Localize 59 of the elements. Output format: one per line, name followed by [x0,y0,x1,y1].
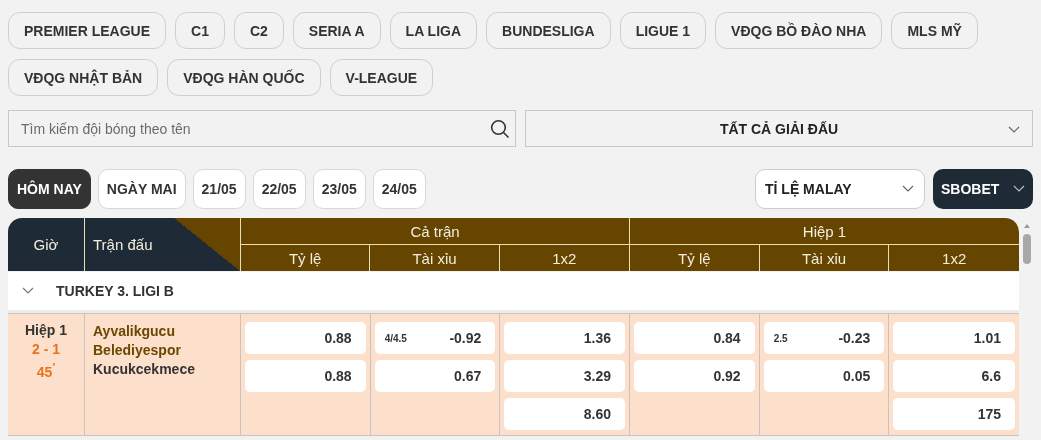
odds-button[interactable]: 0.67 [374,360,496,392]
odds-button[interactable]: 175 [893,398,1015,430]
column-header: 1x2 [551,248,578,269]
odds-format-dropdown[interactable]: TỈ LỆ MALAY [755,169,925,209]
odds-button[interactable]: 8.60 [504,398,625,430]
date-tab[interactable]: 21/05 [192,169,246,209]
team-name: Ayvalikgucu Belediyespor [93,322,182,360]
column-header: Giờ [8,218,85,271]
league-row[interactable]: TURKEY 3. LIGI B [8,272,1019,313]
odds-button[interactable]: 1.36 [504,322,625,354]
match-minute: 45$^{'}$ [36,360,56,380]
column-header: 1x2 [941,248,968,269]
team-name: Kucukcekmece [93,360,196,379]
match-status: Hiệp 1 [25,322,67,338]
league-tab[interactable]: VĐQG HÀN QUỐC [167,59,321,96]
odds-button[interactable]: 1.01 [893,322,1015,354]
bookmaker-dropdown[interactable]: SBOBET [933,169,1033,209]
odds-button[interactable]: 6.6 [893,360,1015,392]
odds-button[interactable]: 0.05 [763,360,885,392]
odds-button[interactable]: 4/4.5 -0.92 [374,322,496,354]
odds-button[interactable]: 0.88 [245,360,366,392]
league-tab[interactable]: VĐQG BỒ ĐÀO NHA [715,12,883,49]
odds-button[interactable]: 0.92 [634,360,755,392]
scroll-up-icon[interactable] [1022,222,1032,230]
league-tab[interactable]: VĐQG NHẬT BẢN [8,59,159,96]
league-tab[interactable]: C1 [175,12,225,49]
search-field[interactable]: Tìm kiếm đội bóng theo tên [8,110,516,147]
league-name: TURKEY 3. LIGI B [56,283,174,299]
column-header: Tài xỉu [370,245,500,271]
chevron-icon [1008,126,1020,134]
date-tab[interactable]: HÔM NAY [8,169,91,209]
league-tab[interactable]: PREMIER LEAGUE [8,12,166,49]
search-icon [490,119,510,139]
league-tab[interactable]: BUNDESLIGA [486,12,611,49]
odds-button[interactable]: 0.84 [634,322,755,354]
column-header: Tỷ lệ [241,245,371,271]
column-group-header: Cả trận [241,218,629,245]
league-tab[interactable]: SERIA A [292,12,381,49]
chevron-icon [902,185,914,193]
league-tab[interactable]: LIGUE 1 [619,12,707,49]
odds-button[interactable]: 3.29 [504,360,625,392]
league-tab[interactable]: MLS MỸ [891,12,978,49]
chevron-icon [1013,185,1025,193]
odds-button[interactable]: 0.88 [245,322,366,354]
league-dropdown[interactable]: TẤT CẢ GIẢI ĐẤU [525,110,1033,147]
odds-button[interactable]: 2.5 -0.23 [763,322,885,354]
date-tab[interactable]: NGÀY MAI [97,169,186,209]
column-header: Trận đấu [85,218,241,271]
date-tab[interactable]: 24/05 [372,169,426,209]
league-tab[interactable]: V-LEAGUE [329,59,434,96]
league-tab[interactable]: LA LIGA [389,12,478,49]
date-tab[interactable]: 22/05 [252,169,306,209]
column-header: Tỷ lệ [630,245,760,271]
scroll-thumb[interactable] [1023,234,1031,264]
league-tab[interactable]: C2 [233,12,284,49]
column-header: Tài xỉu [759,245,890,271]
date-tab[interactable]: 23/05 [312,169,366,209]
column-group-header: Hiệp 1 [630,218,1019,245]
match-score: 2 - 1 [32,341,60,357]
